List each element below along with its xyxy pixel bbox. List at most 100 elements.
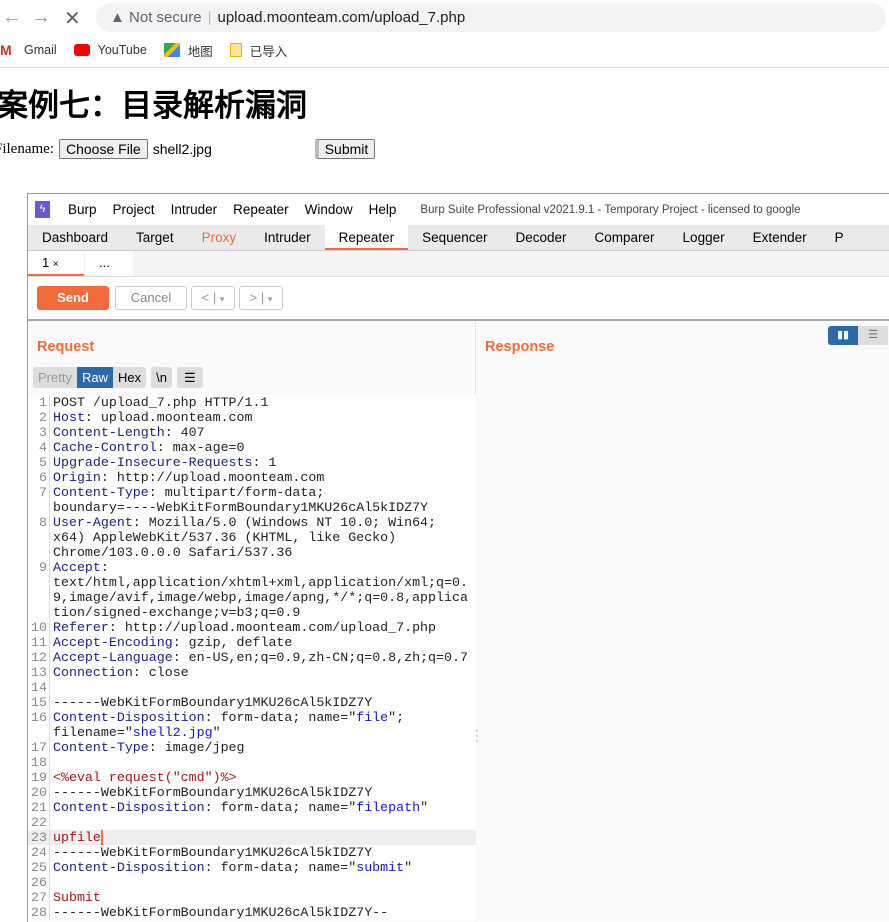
line-number: 3 [28,425,50,440]
choose-file-button[interactable]: Choose File [59,139,148,159]
menu-repeater[interactable]: Repeater [233,202,289,217]
layout-toggle: ▮▮ ☰ [828,326,888,345]
close-icon[interactable]: × [53,259,59,270]
code-token: Accept-Language [53,650,173,665]
tab-overflow[interactable]: P [821,225,858,250]
forward-icon[interactable]: → [31,6,51,29]
new-tab-button[interactable]: ... [85,251,133,276]
tab-logger[interactable]: Logger [669,225,739,250]
bookmarks-bar: M Gmail YouTube 地图 已导入 [0,38,304,62]
code-line: 13 Connection: close [28,665,476,680]
line-number: 10 [28,620,50,635]
code-token: Content-Disposition [53,860,205,875]
code-token: filename=" [53,725,133,740]
line-number: 28 [28,905,50,920]
code-token: POST /upload_7.php HTTP/1.1 [53,395,269,410]
bookmark-imported[interactable]: 已导入 [229,41,287,60]
repeater-tab-1[interactable]: 1 × [28,251,84,276]
code-token: : http://upload.moonteam.com/upload_7.ph… [108,620,437,635]
line-number: 24 [28,845,50,860]
hex-button[interactable]: Hex [112,367,147,388]
split-view-icon[interactable]: ▮▮ [828,326,858,345]
tab-decoder[interactable]: Decoder [501,225,580,250]
warning-icon: ▲ [110,9,125,26]
line-number: 1 [28,395,50,410]
submit-button[interactable]: Submit [314,139,376,159]
code-token: ------WebKitFormBoundary1MKU26cAl5kIDZ7Y… [53,905,389,920]
tab-dashboard[interactable]: Dashboard [28,225,122,250]
pane-resize-handle[interactable]: · · · [475,724,479,746]
bookmark-maps[interactable]: 地图 [163,41,213,60]
code-token: ------WebKitFormBoundary1MKU26cAl5kIDZ7Y [53,695,373,710]
code-line: 12 Accept-Language: en-US,en;q=0.9,zh-CN;… [28,650,476,665]
raw-button[interactable]: Raw [76,367,113,388]
line-number: 17 [28,740,50,755]
stop-icon[interactable]: ✕ [64,6,81,31]
menu-icon[interactable]: ☰ [176,367,203,388]
code-token: Chrome/103.0.0.0 Safari/537.36 [53,545,293,560]
bookmark-youtube[interactable]: YouTube [73,43,147,57]
tab-extender[interactable]: Extender [739,225,821,250]
format-buttons: Pretty Raw Hex \n ☰ [33,367,203,388]
code-line: 25 Content-Disposition: form-data; name="… [28,860,476,875]
line-number: 20 [28,785,50,800]
code-token: Content-Type [53,740,149,755]
line-number: 16 [28,710,50,725]
code-line: 28 ------WebKitFormBoundary1MKU26cAl5kIDZ… [28,905,476,920]
tab-target[interactable]: Target [122,225,188,250]
menu-burp[interactable]: Burp [68,202,97,217]
tab-intruder[interactable]: Intruder [250,225,325,250]
code-line: 11 Accept-Encoding: gzip, deflate [28,635,476,650]
chevron-left-icon: < [201,290,210,305]
back-icon[interactable]: ← [2,6,22,29]
menu-intruder[interactable]: Intruder [171,202,218,217]
filename-label: Filename: [0,140,54,157]
chosen-file-name: shell2.jpg [152,141,212,157]
code-token: : form-data; name=" [204,860,357,875]
pretty-button[interactable]: Pretty [33,367,77,388]
line-number: 12 [28,650,50,665]
history-forward-button[interactable]: > | ▾ [239,286,283,310]
address-bar[interactable]: ▲ Not secure | upload.moonteam.com/upload_… [96,3,886,32]
code-token: : form-data; name=" [204,710,357,725]
code-line: 6 Origin: http://upload.moonteam.com [28,470,476,485]
code-token: : [100,560,109,575]
tab-repeater[interactable]: Repeater [324,225,409,250]
newline-toggle[interactable]: \n [151,367,172,388]
history-back-button[interactable]: < | ▾ [191,286,235,310]
line-number: 25 [28,860,50,875]
code-token: " [404,860,413,875]
send-button[interactable]: Send [37,286,109,310]
youtube-icon [73,44,90,56]
stacked-view-icon[interactable]: ☰ [858,326,888,345]
divider [0,67,889,68]
code-token: submit [356,860,405,875]
bookmark-gmail[interactable]: M Gmail [0,43,57,57]
gmail-icon: M [0,42,12,58]
cancel-button[interactable]: Cancel [115,286,187,310]
tab-proxy[interactable]: Proxy [188,225,251,250]
response-pane: Response ▮▮ ☰ [476,321,889,921]
code-line: Chrome/103.0.0.0 Safari/537.36 [28,545,476,560]
line-number: 2 [28,410,50,425]
request-editor[interactable]: 1 POST /upload_7.php HTTP/1.1 2 Host: uploa… [28,395,476,920]
tab-sequencer[interactable]: Sequencer [408,225,501,250]
menu-project[interactable]: Project [113,202,155,217]
code-token: file [356,710,389,725]
code-line: boundary=----WebKitFormBoundary1MKU26cAl… [28,500,476,515]
tab-comparer[interactable]: Comparer [581,225,669,250]
code-token: : gzip, deflate [172,635,293,650]
code-token: 9,image/avif,image/webp,image/apng,*/*;q… [53,590,468,605]
code-token: Submit [53,890,101,905]
menu-help[interactable]: Help [369,202,397,217]
menu-window[interactable]: Window [305,202,353,217]
line-number: 8 [28,515,50,530]
code-token: "; [388,710,405,725]
folder-icon [229,43,242,57]
code-token: shell2.jpg [132,725,213,740]
burp-menubar: ϟ Burp Project Intruder Repeater Window … [28,194,889,225]
code-token: Content-Disposition [53,710,205,725]
request-title: Request [37,339,95,355]
maps-icon [163,43,180,57]
burp-window: ϟ Burp Project Intruder Repeater Window … [27,193,889,922]
